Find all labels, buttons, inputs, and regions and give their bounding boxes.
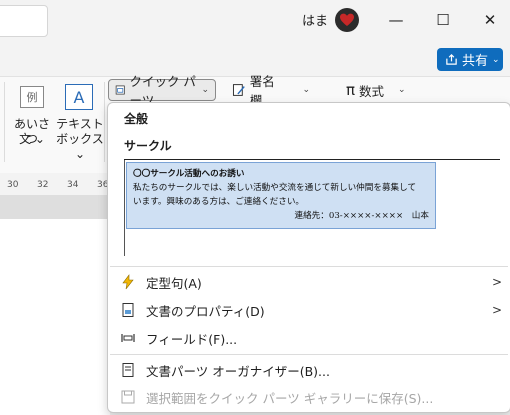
document-page[interactable] xyxy=(0,219,110,415)
ribbon-divider xyxy=(4,82,5,162)
avatar[interactable] xyxy=(335,8,359,32)
textbox-label: テキスト xyxy=(56,117,104,131)
greeting-icon: 例 xyxy=(20,86,44,108)
user-name[interactable]: はま xyxy=(302,10,328,29)
maximize-icon: ☐ xyxy=(436,11,450,29)
field-icon xyxy=(120,330,136,346)
gallery-item-body: います。興味のある方は、ご連絡ください。 xyxy=(133,197,305,207)
organizer-icon xyxy=(120,362,136,378)
save-icon xyxy=(120,389,136,405)
equation-label: 数式 xyxy=(359,83,385,99)
autotext-icon xyxy=(120,274,136,290)
ruler-tick: 30 xyxy=(7,180,19,190)
menu-item-label: 選択範囲をクイック パーツ ギャラリーに保存(S)... xyxy=(146,390,434,406)
chevron-down-icon: ⌄ xyxy=(398,85,406,95)
ruler-tick: 32 xyxy=(37,180,49,190)
equation-button[interactable]: π 数式 ⌄ xyxy=(340,79,420,101)
menu-item-label: 文書のプロパティ(D) xyxy=(146,303,265,319)
signature-icon xyxy=(232,84,245,96)
share-button[interactable]: 共有 ⌄ xyxy=(437,48,503,71)
chevron-down-icon: ⌄ xyxy=(492,54,500,65)
textbox-icon: A xyxy=(65,84,93,110)
heart-icon xyxy=(340,13,354,26)
menu-item-label: フィールド(F)... xyxy=(146,331,238,347)
share-icon xyxy=(446,54,457,65)
search-box[interactable] xyxy=(0,5,48,37)
menu-divider xyxy=(110,354,508,355)
close-icon: ✕ xyxy=(483,11,497,29)
gallery-item-circle-invitation[interactable]: 〇〇サークル活動へのお誘い 私たちのサークルでは、楽しい活動や交流を通じて新しい… xyxy=(126,162,436,229)
close-button[interactable]: ✕ xyxy=(476,6,504,34)
menu-item-label: 文書パーツ オーガナイザー(B)... xyxy=(146,363,330,379)
gallery-divider xyxy=(124,160,125,256)
document-gap xyxy=(0,195,110,219)
document-property-icon xyxy=(120,302,136,318)
menu-item-save-to-gallery: 選択範囲をクイック パーツ ギャラリーに保存(S)... xyxy=(108,384,510,410)
quick-parts-menu: 全般 サークル 〇〇サークル活動へのお誘い 私たちのサークルでは、楽しい活動や交… xyxy=(107,102,510,413)
section-circle-heading: サークル xyxy=(124,139,172,153)
minimize-button[interactable]: — xyxy=(382,6,410,34)
textbox-label-2: ボックス ⌄ xyxy=(56,132,104,161)
menu-item-field[interactable]: フィールド(F)... xyxy=(108,325,510,351)
quick-parts-button[interactable]: クイック パーツ ⌄ xyxy=(108,74,216,108)
chevron-right-icon: > xyxy=(491,303,502,317)
minimize-icon: — xyxy=(388,11,404,29)
menu-item-label: 定型句(A) xyxy=(146,275,202,291)
share-label: 共有 xyxy=(462,54,489,69)
greeting-label-2: 文 ⌄ xyxy=(19,132,45,146)
signature-line-button[interactable]: 署名欄 ⌄ xyxy=(226,74,316,108)
gallery-divider xyxy=(124,159,500,160)
pi-icon: π xyxy=(346,81,356,99)
menu-item-autotext[interactable]: 定型句(A) > xyxy=(108,269,510,295)
gallery-item-contact: 連絡先：03-××××-×××× 山本 xyxy=(294,211,429,221)
chevron-down-icon: ⌄ xyxy=(302,85,310,95)
menu-divider xyxy=(110,266,508,267)
gallery-item-body: 私たちのサークルでは、楽しい活動や交流を通じて新しい仲間を募集して xyxy=(133,183,417,193)
chevron-down-icon: ⌄ xyxy=(201,85,209,95)
section-general-heading: 全般 xyxy=(124,112,149,126)
quick-parts-icon xyxy=(115,85,125,95)
ruler-tick: 34 xyxy=(67,180,79,190)
gallery-item-title: 〇〇サークル活動へのお誘い xyxy=(133,169,245,179)
menu-item-document-property[interactable]: 文書のプロパティ(D) > xyxy=(108,297,510,323)
maximize-button[interactable]: ☐ xyxy=(429,6,457,34)
horizontal-ruler: 30 32 34 36 xyxy=(0,177,110,195)
chevron-right-icon: > xyxy=(491,275,502,289)
menu-item-building-blocks-organizer[interactable]: 文書パーツ オーガナイザー(B)... xyxy=(108,357,510,383)
